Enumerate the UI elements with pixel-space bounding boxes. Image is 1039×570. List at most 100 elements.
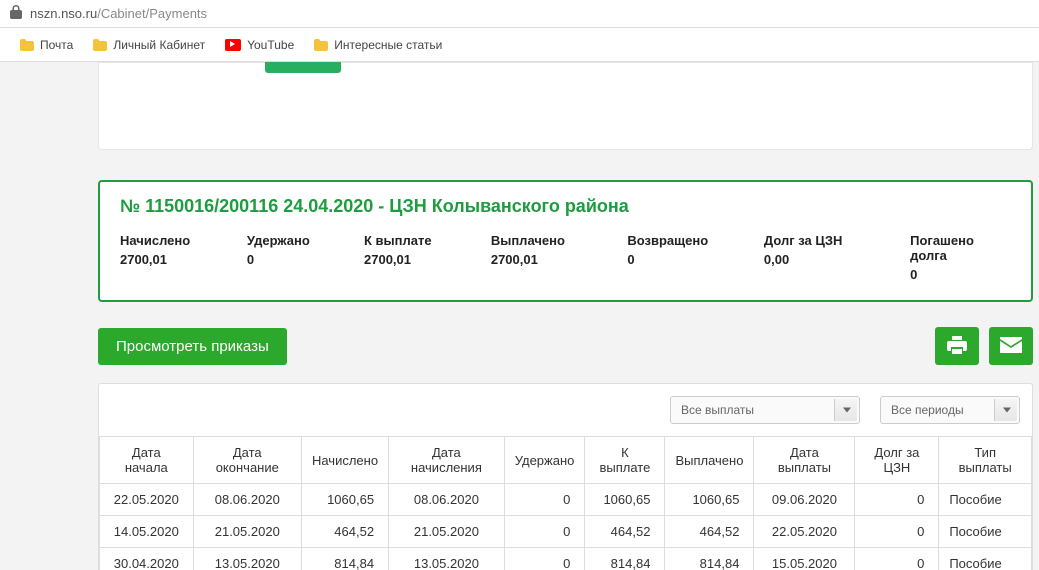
cell-accrued: 464,52 — [301, 516, 388, 548]
summary-value: 0 — [247, 252, 334, 267]
th-label: Дата начала — [125, 445, 168, 475]
cell-to-pay: 1060,65 — [585, 484, 665, 516]
th-type: Тип выплаты — [939, 437, 1032, 484]
summary-value: 2700,01 — [364, 252, 461, 267]
periods-filter-dropdown[interactable]: Все периоды — [880, 396, 1020, 424]
mail-icon — [1000, 337, 1022, 356]
cell-pay-date: 15.05.2020 — [754, 548, 855, 570]
th-withheld: Удержано — [504, 437, 585, 484]
url-text[interactable]: nszn.nso.ru/Cabinet/Payments — [30, 6, 207, 21]
cell-accrual-date: 08.06.2020 — [389, 484, 505, 516]
th-paid: Выплачено — [665, 437, 754, 484]
folder-icon — [20, 39, 34, 51]
cell-accrued: 814,84 — [301, 548, 388, 570]
summary-col-debt: Долг за ЦЗН 0,00 — [764, 233, 880, 282]
summary-label: Долг за ЦЗН — [764, 233, 880, 248]
th-pay-date: Дата выплаты — [754, 437, 855, 484]
cell-to-pay: 464,52 — [585, 516, 665, 548]
cell-type: Пособие — [939, 516, 1032, 548]
summary-value: 2700,01 — [491, 252, 598, 267]
cell-start: 22.05.2020 — [100, 484, 194, 516]
summary-value: 0 — [627, 252, 734, 267]
view-orders-button[interactable]: Просмотреть приказы — [98, 328, 287, 365]
bookmark-articles[interactable]: Интересные статьи — [314, 38, 442, 52]
table-row: 22.05.202008.06.20201060,6508.06.2020010… — [100, 484, 1032, 516]
print-button[interactable] — [935, 327, 979, 365]
cell-paid: 1060,65 — [665, 484, 754, 516]
print-icon — [947, 336, 967, 357]
th-label: Дата окончание — [216, 445, 279, 475]
cell-end: 13.05.2020 — [193, 548, 301, 570]
url-path: /Cabinet/Payments — [97, 6, 207, 21]
payments-table-card: Все выплаты Все периоды Дата начала Дата… — [98, 383, 1033, 570]
cell-end: 21.05.2020 — [193, 516, 301, 548]
bookmark-cabinet[interactable]: Личный Кабинет — [93, 38, 205, 52]
cell-start: 14.05.2020 — [100, 516, 194, 548]
folder-icon — [314, 39, 328, 51]
th-accrual-date: Дата начисления — [389, 437, 505, 484]
cell-to-pay: 814,84 — [585, 548, 665, 570]
folder-icon — [93, 39, 107, 51]
th-label: Дата выплаты — [778, 445, 831, 475]
cell-pay-date: 09.06.2020 — [754, 484, 855, 516]
th-end: Дата окончание — [193, 437, 301, 484]
cell-type: Пособие — [939, 548, 1032, 570]
cell-start: 30.04.2020 — [100, 548, 194, 570]
summary-value: 2700,01 — [120, 252, 217, 267]
bookmark-label: YouTube — [247, 38, 294, 52]
summary-label: К выплате — [364, 233, 461, 248]
email-button[interactable] — [989, 327, 1033, 365]
th-debt: Долг за ЦЗН — [855, 437, 939, 484]
actions-row: Просмотреть приказы — [98, 327, 1033, 365]
bookmark-label: Личный Кабинет — [113, 38, 205, 52]
summary-col-accrued: Начислено 2700,01 — [120, 233, 217, 282]
cell-accrued: 1060,65 — [301, 484, 388, 516]
summary-col-paid: Выплачено 2700,01 — [491, 233, 598, 282]
bookmark-label: Почта — [40, 38, 73, 52]
cell-debt: 0 — [855, 484, 939, 516]
cell-withheld: 0 — [504, 516, 585, 548]
cell-withheld: 0 — [504, 484, 585, 516]
chevron-down-icon — [1003, 408, 1011, 413]
summary-value: 0,00 — [764, 252, 880, 267]
th-label: Начислено — [312, 453, 378, 468]
th-to-pay: К выплате — [585, 437, 665, 484]
cell-debt: 0 — [855, 548, 939, 570]
content-area: № 1150016/200116 24.04.2020 - ЦЗН Колыва… — [0, 62, 1039, 570]
previous-card-stub — [98, 62, 1033, 150]
bookmark-label: Интересные статьи — [334, 38, 442, 52]
summary-label: Возвращено — [627, 233, 734, 248]
summary-label: Выплачено — [491, 233, 598, 248]
summary-col-topay: К выплате 2700,01 — [364, 233, 461, 282]
cell-accrual-date: 13.05.2020 — [389, 548, 505, 570]
dropdown-value: Все периоды — [891, 403, 964, 417]
bookmark-youtube[interactable]: YouTube — [225, 38, 294, 52]
bookmark-mail[interactable]: Почта — [20, 38, 73, 52]
summary-label: Удержано — [247, 233, 334, 248]
th-label: Долг за ЦЗН — [874, 445, 919, 475]
filter-row: Все выплаты Все периоды — [99, 384, 1032, 436]
url-host: nszn.nso.ru — [30, 6, 97, 21]
summary-row: Начислено 2700,01 Удержано 0 К выплате 2… — [120, 233, 1011, 282]
cell-accrual-date: 21.05.2020 — [389, 516, 505, 548]
summary-col-returned: Возвращено 0 — [627, 233, 734, 282]
th-start: Дата начала — [100, 437, 194, 484]
cell-paid: 464,52 — [665, 516, 754, 548]
chevron-down-icon — [843, 408, 851, 413]
address-bar: nszn.nso.ru/Cabinet/Payments — [0, 0, 1039, 28]
th-label: Выплачено — [675, 453, 743, 468]
cell-paid: 814,84 — [665, 548, 754, 570]
summary-value: 0 — [910, 267, 1011, 282]
summary-col-repaid: Погашено долга 0 — [910, 233, 1011, 282]
cell-withheld: 0 — [504, 548, 585, 570]
table-row: 14.05.202021.05.2020464,5221.05.20200464… — [100, 516, 1032, 548]
lock-icon — [10, 5, 22, 22]
payments-filter-dropdown[interactable]: Все выплаты — [670, 396, 860, 424]
payments-table: Дата начала Дата окончание Начислено Дат… — [99, 436, 1032, 570]
table-row: 30.04.202013.05.2020814,8413.05.20200814… — [100, 548, 1032, 570]
youtube-icon — [225, 39, 241, 51]
button-stub — [265, 62, 341, 73]
bookmarks-bar: Почта Личный Кабинет YouTube Интересные … — [0, 28, 1039, 62]
summary-label: Начислено — [120, 233, 217, 248]
th-label: Дата начисления — [411, 445, 482, 475]
